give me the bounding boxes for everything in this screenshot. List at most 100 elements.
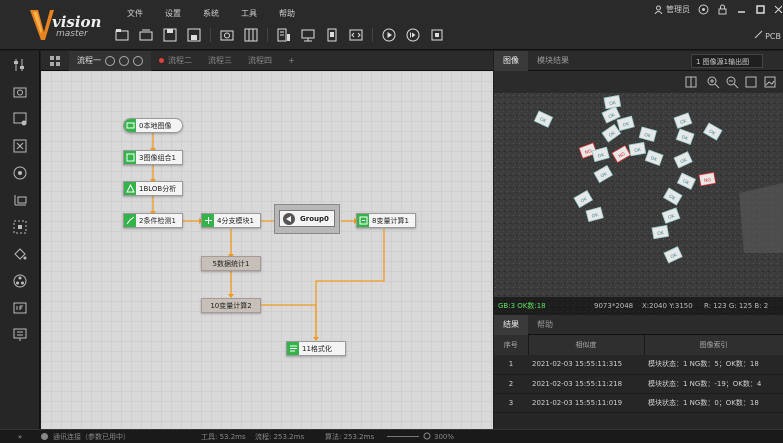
fit-icon[interactable] — [684, 75, 698, 89]
close-icon[interactable] — [774, 4, 783, 15]
save-button[interactable] — [158, 26, 182, 44]
node-local-image[interactable]: 0本地图像 — [123, 118, 183, 133]
tool-communication[interactable] — [0, 321, 40, 348]
stop-icon — [431, 29, 443, 41]
tab-flow-3[interactable]: 流程三 — [200, 51, 240, 71]
tool-recognition[interactable] — [0, 159, 40, 186]
loop-play-icon — [406, 28, 420, 42]
table-row[interactable]: 3 2021-02-03 15:55:11:019 模块状态：1 NG数：0；O… — [494, 393, 783, 413]
menu-settings[interactable]: 设置 — [154, 8, 192, 19]
tab-module-result[interactable]: 模块结果 — [528, 51, 578, 71]
home-icon[interactable] — [698, 4, 709, 15]
code-button[interactable] — [344, 26, 368, 44]
device-button[interactable] — [320, 26, 344, 44]
tool-color[interactable] — [0, 267, 40, 294]
play-icon — [382, 28, 396, 42]
tab-result[interactable]: 结果 — [494, 314, 528, 335]
zoom-out-icon[interactable] — [725, 75, 739, 89]
vision-logo-icon — [30, 10, 54, 40]
tab-help[interactable]: 帮助 — [528, 315, 562, 335]
open-solution-button[interactable] — [134, 26, 158, 44]
flow-canvas[interactable]: 0本地图像 3图像组合1 1BLOB分析 2条件检测1 4分支模块1 Group… — [41, 71, 493, 429]
menu-system[interactable]: 系统 — [192, 8, 230, 19]
node-branch[interactable]: 4分支模块1 — [201, 213, 261, 228]
table-row[interactable]: 1 2021-02-03 15:55:11:315 模块状态：1 NG数：5；O… — [494, 355, 783, 375]
toolbar-divider — [210, 28, 211, 42]
cursor-coords: X:2040 Y:3150 — [642, 301, 693, 310]
zoom-level: 300% — [434, 432, 455, 441]
zoom-slider[interactable] — [387, 436, 419, 437]
algorithm-time: 算法: 253.2ms — [325, 432, 375, 441]
tab-image[interactable]: 图像 — [494, 50, 528, 71]
tool-image-processing[interactable] — [0, 240, 40, 267]
image-ok-count: GB:3 OK数:18 — [498, 301, 546, 310]
flow-stop-icon[interactable] — [133, 55, 143, 66]
flow-loop-icon[interactable] — [119, 55, 129, 66]
tool-measurement[interactable] — [0, 132, 40, 159]
node-image-combine[interactable]: 3图像组合1 — [123, 150, 183, 165]
actual-size-icon[interactable] — [744, 75, 758, 89]
node-variable-calc-1[interactable]: 8变量计算1 — [356, 213, 416, 228]
stop-button[interactable] — [425, 26, 449, 44]
minimize-icon[interactable] — [736, 4, 747, 15]
logo-sub: master — [56, 29, 88, 39]
global-variable-button[interactable] — [239, 26, 263, 44]
tool-positioning[interactable] — [0, 105, 40, 132]
paint-bucket-icon — [14, 247, 27, 260]
tab-flow-1[interactable]: 流程一 — [69, 50, 151, 71]
tab-flow-4[interactable]: 流程四 — [240, 51, 280, 71]
group-container[interactable]: Group0 — [274, 204, 340, 234]
branch-icon — [202, 214, 214, 227]
col-header-index[interactable]: 序号 — [494, 335, 529, 355]
controller-button[interactable] — [272, 26, 296, 44]
tool-alignment[interactable] — [0, 213, 40, 240]
format-icon — [287, 342, 299, 355]
new-solution-button[interactable] — [110, 26, 134, 44]
col-header-image-index[interactable]: 图像索引 — [644, 335, 783, 355]
menu-file[interactable]: 文件 — [116, 8, 154, 19]
image-source-select[interactable]: 1 图像源1输出图 — [691, 54, 763, 68]
tool-calibration[interactable] — [0, 186, 40, 213]
col-header-similarity[interactable]: 相似度 — [528, 335, 645, 355]
tool-collection[interactable] — [0, 51, 40, 78]
pencil-icon — [754, 30, 762, 39]
blob-icon — [124, 182, 136, 195]
network-icon — [301, 29, 315, 42]
flow-run-icon[interactable] — [105, 55, 115, 66]
node-data-statistics[interactable]: 5数据统计1 — [201, 256, 261, 271]
menu-tools[interactable]: 工具 — [230, 8, 268, 19]
align-icon — [13, 220, 27, 233]
node-condition-check[interactable]: 2条件检测1 — [123, 213, 183, 228]
zoom-in-icon[interactable] — [706, 75, 720, 89]
node-blob-analysis[interactable]: 1BLOB分析 — [123, 181, 183, 196]
ok-tag: OK — [603, 94, 622, 110]
flow-grid-icon-button[interactable] — [41, 51, 69, 71]
communication-button[interactable] — [296, 26, 320, 44]
lock-icon[interactable] — [717, 4, 728, 15]
run-loop-button[interactable] — [401, 26, 425, 44]
expand-icon[interactable]: » — [0, 433, 40, 441]
image-view[interactable]: OK OK OK OK OK OK OK OK NG OK NG OK OK OK OK OK NG OK OK OK… — [494, 93, 783, 314]
camera-button[interactable] — [215, 26, 239, 44]
menu-help[interactable]: 帮助 — [268, 8, 306, 19]
tool-logic[interactable] — [0, 294, 40, 321]
table-row[interactable]: 2 2021-02-03 15:55:11:218 模块状态：1 NG数：-19… — [494, 374, 783, 394]
add-flow-tab[interactable]: + — [280, 51, 303, 71]
node-variable-calc-2[interactable]: 10变量计算2 — [201, 298, 261, 313]
user-menu[interactable]: 管理员 — [654, 4, 690, 15]
save-image-icon[interactable] — [763, 75, 777, 89]
user-name: 管理员 — [666, 5, 690, 14]
tab-flow-2[interactable]: 流程二 — [151, 51, 200, 71]
node-group0[interactable]: Group0 — [279, 210, 335, 227]
folder-icon — [115, 29, 129, 41]
calibration-icon — [14, 194, 27, 205]
maximize-icon[interactable] — [755, 4, 766, 15]
run-once-button[interactable] — [377, 26, 401, 44]
node-format[interactable]: 11格式化 — [286, 341, 346, 356]
pcb-project-label[interactable]: PCB — [754, 30, 781, 41]
tool-time: 工具: 53.2ms — [201, 432, 246, 441]
save-as-button[interactable] — [182, 26, 206, 44]
tool-image-source[interactable] — [0, 78, 40, 105]
connection-icon — [41, 433, 48, 440]
if-icon — [13, 302, 27, 313]
